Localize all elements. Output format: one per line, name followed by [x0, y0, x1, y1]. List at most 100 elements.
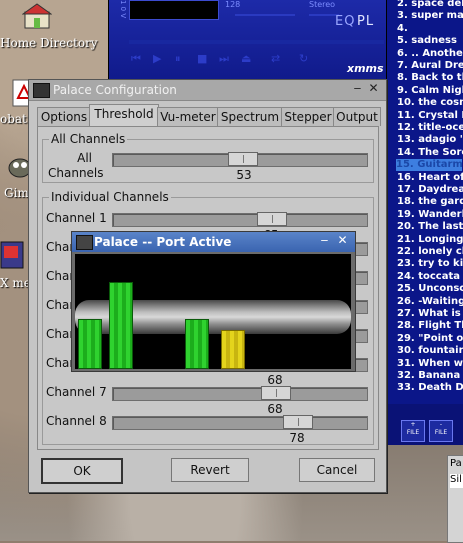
playlist-item[interactable]: 17. Daydrean — [397, 184, 463, 196]
playlist-item[interactable]: 26. -Waiting — [397, 296, 463, 308]
channel-slider[interactable] — [112, 386, 368, 401]
playlist-item[interactable]: 22. lonely clo — [397, 246, 463, 258]
playlist-item[interactable]: 14. The Sorce — [397, 147, 463, 159]
channel-label: Channel 8 — [46, 414, 107, 428]
all-channels-slider[interactable] — [112, 152, 368, 167]
playlist-item[interactable]: 25. Unconsci — [397, 283, 463, 295]
xmms-pl-toggle[interactable]: PL — [357, 14, 374, 29]
channel-slider-thumb[interactable] — [261, 386, 291, 400]
playlist-item[interactable]: 2. space debr — [397, 0, 463, 10]
tab-stepper[interactable]: Stepper — [281, 107, 335, 126]
dialog-button-bar: OK Revert Cancel — [29, 452, 386, 492]
playlist-item[interactable]: 15. Guitarmus — [396, 159, 463, 172]
desktop-label-gimp[interactable]: Gim — [4, 186, 29, 200]
playlist-item[interactable]: 20. The last c — [397, 221, 463, 233]
playlist-item[interactable]: 19. Wanderlu — [397, 209, 463, 221]
pause-icon[interactable]: ⏸ — [175, 52, 189, 65]
close-icon[interactable]: ✕ — [367, 82, 380, 95]
level-bar — [185, 319, 209, 369]
home-folder-icon[interactable] — [21, 2, 56, 32]
xmms-main-window[interactable]: 1 0 V 128 Stereo EQ PL ⏮ ▶ ⏸ ■ ⏭ ⏏ ⇄ ↻ x… — [108, 0, 387, 82]
minimize-icon[interactable]: ‒ — [351, 82, 364, 95]
xmms-stereo: Stereo — [309, 0, 336, 9]
channel-value: 68 — [267, 373, 283, 387]
playlist-item[interactable]: 8. Back to the — [397, 72, 463, 84]
ok-button[interactable]: OK — [41, 458, 123, 484]
tab-options[interactable]: Options — [37, 107, 91, 126]
xmms-volume-slider[interactable] — [235, 14, 295, 16]
all-channels-value: 53 — [236, 168, 252, 182]
playlist-item[interactable]: 4. — [397, 23, 408, 35]
channel-slider[interactable] — [112, 212, 368, 227]
palace-port-icon — [76, 235, 93, 250]
playlist-item[interactable]: 18. the garde — [397, 196, 463, 208]
revert-button[interactable]: Revert — [171, 458, 249, 482]
playlist-item[interactable]: 32. Banana B — [397, 370, 463, 382]
xmms-seek-bar[interactable] — [129, 40, 384, 44]
tab-output[interactable]: Output — [333, 107, 381, 126]
playlist-item[interactable]: 13. adagio '89 — [397, 134, 463, 146]
next-icon[interactable]: ⏭ — [219, 52, 233, 65]
dialog-titlebar[interactable]: Palace Configuration ‒ ✕ — [29, 80, 386, 101]
playlist-item[interactable]: 27. What is S — [397, 308, 463, 320]
playlist-item[interactable]: 23. try to kill — [397, 258, 463, 270]
port-minimize-icon[interactable]: ‒ — [318, 234, 331, 247]
xmms-eq-toggle[interactable]: EQ — [335, 14, 355, 29]
level-bar — [221, 330, 245, 369]
desktop-label-emacs[interactable]: X me — [0, 276, 31, 290]
playlist-item[interactable]: 31. When we — [397, 358, 463, 370]
channel-slider-thumb[interactable] — [257, 212, 287, 226]
previous-icon[interactable]: ⏮ — [131, 52, 145, 65]
playlist-item[interactable]: 12. title-ocea — [397, 122, 463, 134]
background-window[interactable]: Pa Sil — [447, 455, 463, 543]
playlist-item[interactable]: 10. the cosmi — [397, 97, 463, 109]
desktop-label-home[interactable]: Home Directory — [0, 36, 98, 50]
cancel-button[interactable]: Cancel — [299, 458, 375, 482]
playlist-item[interactable]: 6. .. Anotherf — [397, 48, 463, 60]
playlist-item[interactable]: 33. Death De — [397, 382, 463, 394]
playlist-item[interactable]: 30. fountain o — [397, 345, 463, 357]
background-window-item: Pa — [450, 458, 462, 469]
play-icon[interactable]: ▶ — [153, 52, 167, 65]
visualization-canvas — [75, 254, 351, 369]
add-file-button[interactable]: + FILE — [401, 420, 425, 442]
playlist-item[interactable]: 16. Heart of T — [397, 172, 463, 184]
all-channels-label: All Channels — [48, 151, 104, 180]
port-titlebar[interactable]: Palace -- Port Active ‒ ✕ — [72, 232, 355, 252]
playlist-item[interactable]: 5. sadness — [397, 35, 457, 47]
playlist-item[interactable]: 3. super mari — [397, 10, 463, 22]
playlist-item[interactable]: 29. "Point of — [397, 333, 463, 345]
background-window-entry[interactable]: Sil — [450, 474, 463, 488]
port-close-icon[interactable]: ✕ — [336, 234, 349, 247]
port-title: Palace -- Port Active — [94, 235, 232, 249]
eject-icon[interactable]: ⏏ — [241, 52, 255, 65]
playlist-item[interactable]: 9. Calm Night — [397, 85, 463, 97]
palace-port-active-window[interactable]: Palace -- Port Active ‒ ✕ — [71, 231, 356, 372]
shuffle-icon[interactable]: ⇄ — [271, 52, 285, 65]
xmms-playlist-window[interactable]: 2. space debr3. super mari4.5. sadness6.… — [386, 0, 463, 445]
playlist-item[interactable]: 11. Crystal R — [397, 110, 463, 122]
playlist-item[interactable]: 21. Longing f — [397, 234, 463, 246]
level-bar — [109, 282, 133, 369]
channel-label: Channel 1 — [46, 211, 107, 225]
channel-slider-thumb[interactable] — [283, 415, 313, 429]
dialog-title: Palace Configuration — [53, 83, 177, 97]
tab-spectrum[interactable]: Spectrum — [217, 107, 283, 126]
all-channels-slider-thumb[interactable] — [228, 152, 258, 166]
playlist-item[interactable]: 7. Aural Drea — [397, 60, 463, 72]
stop-icon[interactable]: ■ — [197, 52, 211, 65]
tab-vu-meter[interactable]: Vu-meter — [157, 107, 219, 126]
remove-file-button[interactable]: - FILE — [429, 420, 453, 442]
repeat-icon[interactable]: ↻ — [299, 52, 313, 65]
tab-threshold[interactable]: Threshold — [89, 104, 159, 127]
channel-slider[interactable] — [112, 415, 368, 430]
channel-value: 68 — [267, 402, 283, 416]
desktop-label-acrobat[interactable]: obat — [0, 112, 27, 126]
palace-app-icon — [33, 83, 50, 98]
xmms-visualizer[interactable] — [129, 0, 219, 20]
xmms-side-label: 1 0 V — [119, 0, 127, 19]
playlist-item[interactable]: 28. Flight Th — [397, 320, 463, 332]
xmms-kbps: 128 — [225, 0, 241, 9]
playlist-item[interactable]: 24. toccata m — [397, 271, 463, 283]
individual-channels-frame-label: Individual Channels — [49, 190, 171, 204]
